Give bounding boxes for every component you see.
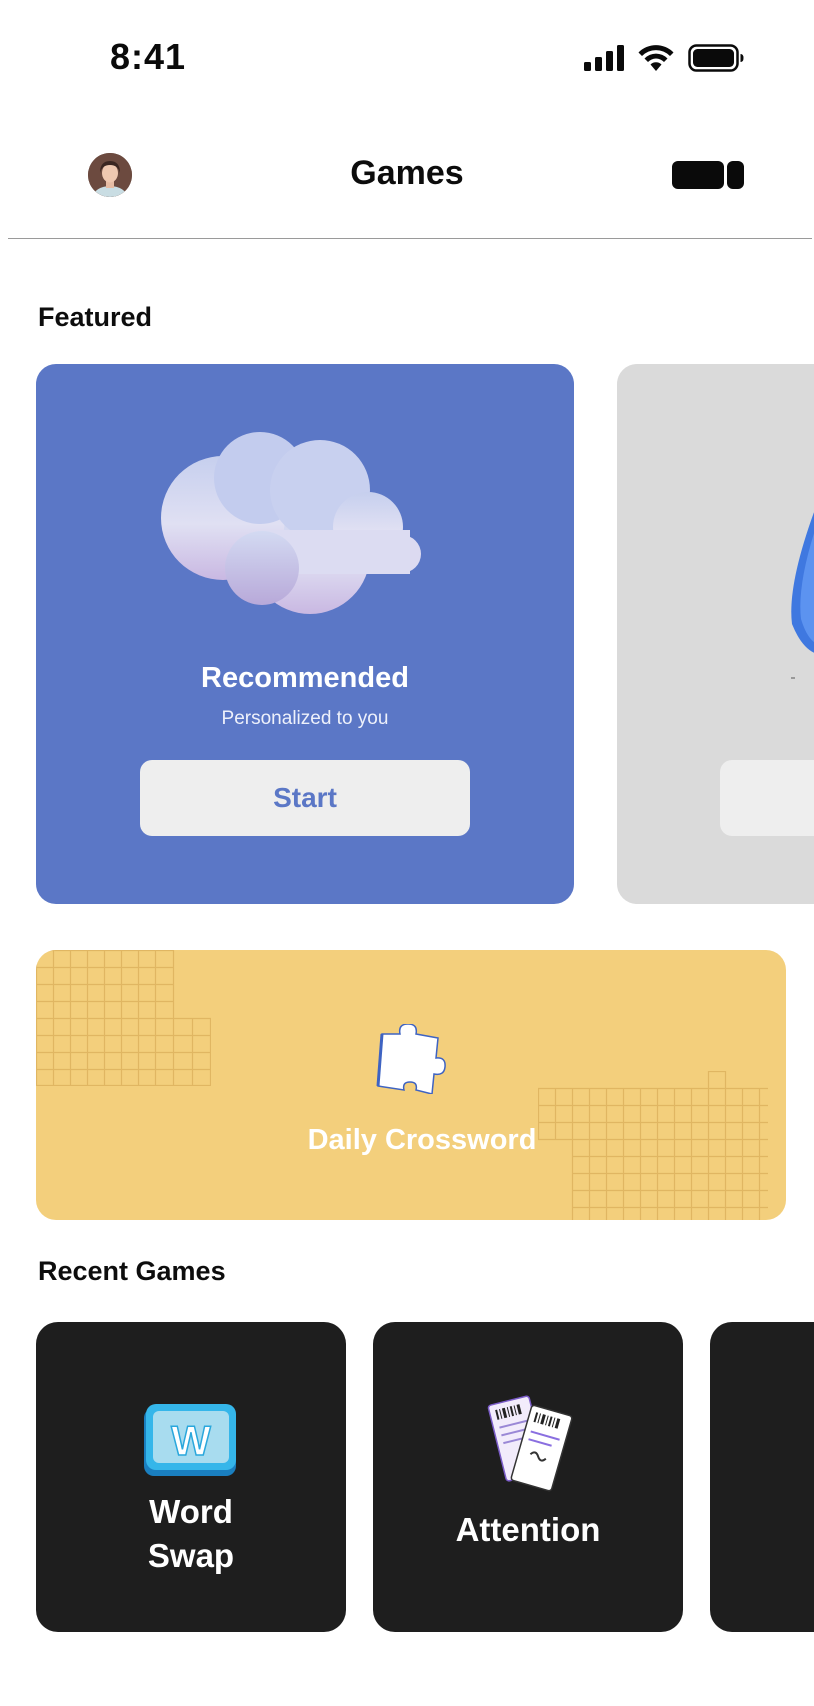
word-tile-icon: W (144, 1404, 236, 1476)
cellular-signal-icon (584, 45, 624, 71)
daily-crossword-title: Daily Crossword (307, 1124, 537, 1156)
secondary-start-button[interactable] (720, 760, 814, 836)
game-card-attention[interactable]: Attention (373, 1322, 683, 1632)
toggle-view-icon[interactable] (672, 161, 744, 189)
recommended-title: Recommended (201, 662, 409, 694)
recent-games-heading: Recent Games (38, 1256, 226, 1286)
cloud-illustration (161, 432, 421, 614)
word-swap-label-line1: Word (149, 1493, 233, 1530)
start-button[interactable]: Start (140, 760, 470, 836)
puzzle-piece-icon (376, 1024, 446, 1094)
attention-label: Attention (455, 1511, 601, 1548)
wifi-icon (638, 44, 674, 71)
game-card-next[interactable] (710, 1322, 814, 1632)
tickets-icon (487, 1395, 573, 1492)
games-screen: 8:41 Games Featured Recommended Personal… (0, 0, 814, 1706)
status-time: 8:41 (110, 36, 187, 77)
daily-crossword-card[interactable] (36, 950, 786, 1220)
word-tile-letter: W (171, 1417, 211, 1464)
header-divider (8, 238, 812, 239)
secondary-card-text-hint (791, 677, 795, 679)
featured-heading: Featured (38, 302, 153, 332)
rocket-illustration (791, 512, 814, 653)
game-card-word-swap[interactable]: W Word Swap (36, 1322, 346, 1632)
battery-icon (688, 44, 744, 72)
recommended-subtitle: Personalized to you (221, 708, 389, 729)
word-swap-label-line2: Swap (147, 1537, 235, 1574)
crossword-grid-left (36, 950, 211, 1086)
status-icons (584, 44, 744, 72)
